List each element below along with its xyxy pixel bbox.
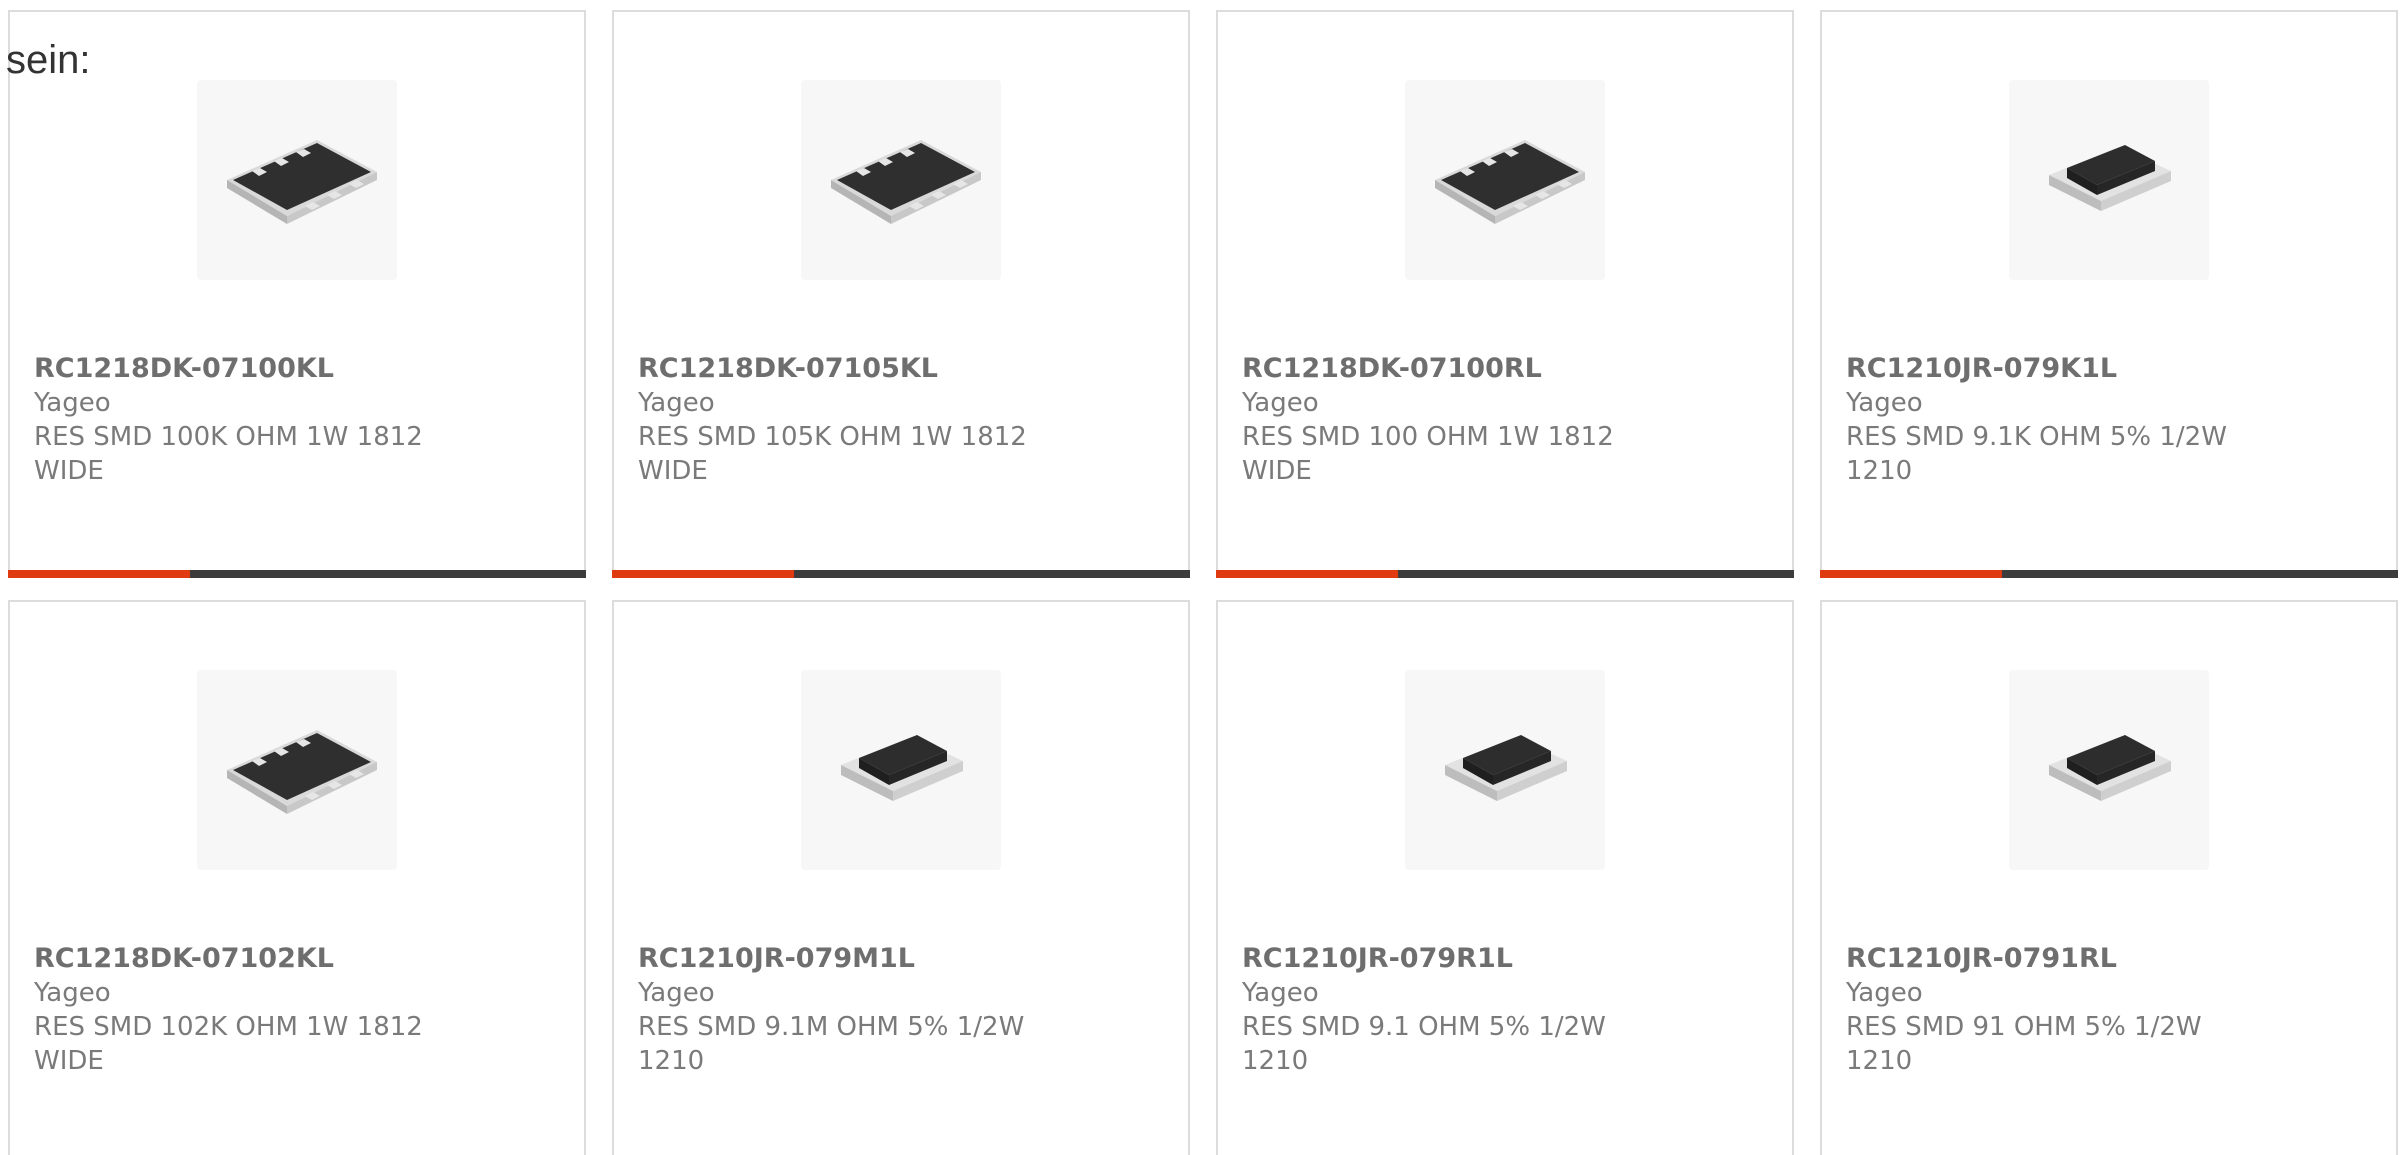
product-card[interactable]: RC1218DK-07100KL Yageo RES SMD 100K OHM 1W… (8, 10, 586, 578)
part-number-link[interactable]: RC1218DK-07100KL (34, 352, 560, 386)
chip-resistor-icon[interactable] (1405, 670, 1605, 870)
product-info: RC1210JR-0791RL Yageo RES SMD 91 OHM 5% 1/… (1846, 942, 2372, 1078)
product-info: RC1218DK-07100RL Yageo RES SMD 100 OHM 1W … (1242, 352, 1768, 488)
product-card[interactable]: RC1218DK-07102KL Yageo RES SMD 102K OHM 1W… (8, 600, 586, 1155)
chip-resistor-icon[interactable] (801, 670, 1001, 870)
product-info: RC1218DK-07102KL Yageo RES SMD 102K OHM 1W… (34, 942, 560, 1078)
chip-resistor-icon[interactable] (2009, 670, 2209, 870)
product-description: RES SMD 102K OHM 1W 1812 WIDE (34, 1012, 423, 1076)
product-description: RES SMD 9.1 OHM 5% 1/2W 1210 (1242, 1012, 1606, 1076)
card-bar-accent (1820, 570, 2002, 578)
product-info: RC1210JR-079M1L Yageo RES SMD 9.1M OHM 5% … (638, 942, 1164, 1078)
part-number-link[interactable]: RC1210JR-079K1L (1846, 352, 2372, 386)
chip-resistor-icon[interactable] (2009, 80, 2209, 280)
product-card[interactable]: RC1210JR-079R1L Yageo RES SMD 9.1 OHM 5% 1… (1216, 600, 1794, 1155)
product-description: RES SMD 9.1M OHM 5% 1/2W 1210 (638, 1012, 1025, 1076)
manufacturer-label: Yageo (638, 388, 715, 418)
card-bar-accent (612, 570, 794, 578)
resistor-array-icon[interactable] (197, 80, 397, 280)
product-card[interactable]: RC1218DK-07105KL Yageo RES SMD 105K OHM 1W… (612, 10, 1190, 578)
resistor-array-icon[interactable] (801, 80, 1001, 280)
intro-text: sein: (6, 38, 91, 82)
product-description: RES SMD 100K OHM 1W 1812 WIDE (34, 422, 423, 486)
resistor-array-icon[interactable] (1405, 80, 1605, 280)
product-info: RC1218DK-07100KL Yageo RES SMD 100K OHM 1W… (34, 352, 560, 488)
product-grid: RC1218DK-07100KL Yageo RES SMD 100K OHM 1W… (8, 10, 2398, 1155)
manufacturer-label: Yageo (34, 978, 111, 1008)
part-number-link[interactable]: RC1210JR-0791RL (1846, 942, 2372, 976)
product-grid-page: sein: RC1218DK-07100KL Yageo RES SMD 100K … (0, 0, 2400, 1155)
product-description: RES SMD 100 OHM 1W 1812 WIDE (1242, 422, 1614, 486)
part-number-link[interactable]: RC1218DK-07100RL (1242, 352, 1768, 386)
manufacturer-label: Yageo (1846, 388, 1923, 418)
resistor-array-icon[interactable] (197, 670, 397, 870)
manufacturer-label: Yageo (1242, 978, 1319, 1008)
product-description: RES SMD 91 OHM 5% 1/2W 1210 (1846, 1012, 2202, 1076)
product-info: RC1218DK-07105KL Yageo RES SMD 105K OHM 1W… (638, 352, 1164, 488)
card-bottom-bar (1820, 570, 2398, 578)
manufacturer-label: Yageo (1846, 978, 1923, 1008)
product-description: RES SMD 105K OHM 1W 1812 WIDE (638, 422, 1027, 486)
card-bottom-bar (612, 570, 1190, 578)
product-info: RC1210JR-079R1L Yageo RES SMD 9.1 OHM 5% 1… (1242, 942, 1768, 1078)
manufacturer-label: Yageo (1242, 388, 1319, 418)
card-bar-accent (1216, 570, 1398, 578)
part-number-link[interactable]: RC1218DK-07105KL (638, 352, 1164, 386)
card-bottom-bar (8, 570, 586, 578)
product-card[interactable]: RC1218DK-07100RL Yageo RES SMD 100 OHM 1W … (1216, 10, 1794, 578)
card-bottom-bar (1216, 570, 1794, 578)
part-number-link[interactable]: RC1210JR-079R1L (1242, 942, 1768, 976)
product-card[interactable]: RC1210JR-079K1L Yageo RES SMD 9.1K OHM 5% … (1820, 10, 2398, 578)
product-card[interactable]: RC1210JR-0791RL Yageo RES SMD 91 OHM 5% 1/… (1820, 600, 2398, 1155)
product-card[interactable]: RC1210JR-079M1L Yageo RES SMD 9.1M OHM 5% … (612, 600, 1190, 1155)
manufacturer-label: Yageo (34, 388, 111, 418)
card-bar-accent (8, 570, 190, 578)
part-number-link[interactable]: RC1210JR-079M1L (638, 942, 1164, 976)
product-info: RC1210JR-079K1L Yageo RES SMD 9.1K OHM 5% … (1846, 352, 2372, 488)
manufacturer-label: Yageo (638, 978, 715, 1008)
part-number-link[interactable]: RC1218DK-07102KL (34, 942, 560, 976)
product-description: RES SMD 9.1K OHM 5% 1/2W 1210 (1846, 422, 2227, 486)
